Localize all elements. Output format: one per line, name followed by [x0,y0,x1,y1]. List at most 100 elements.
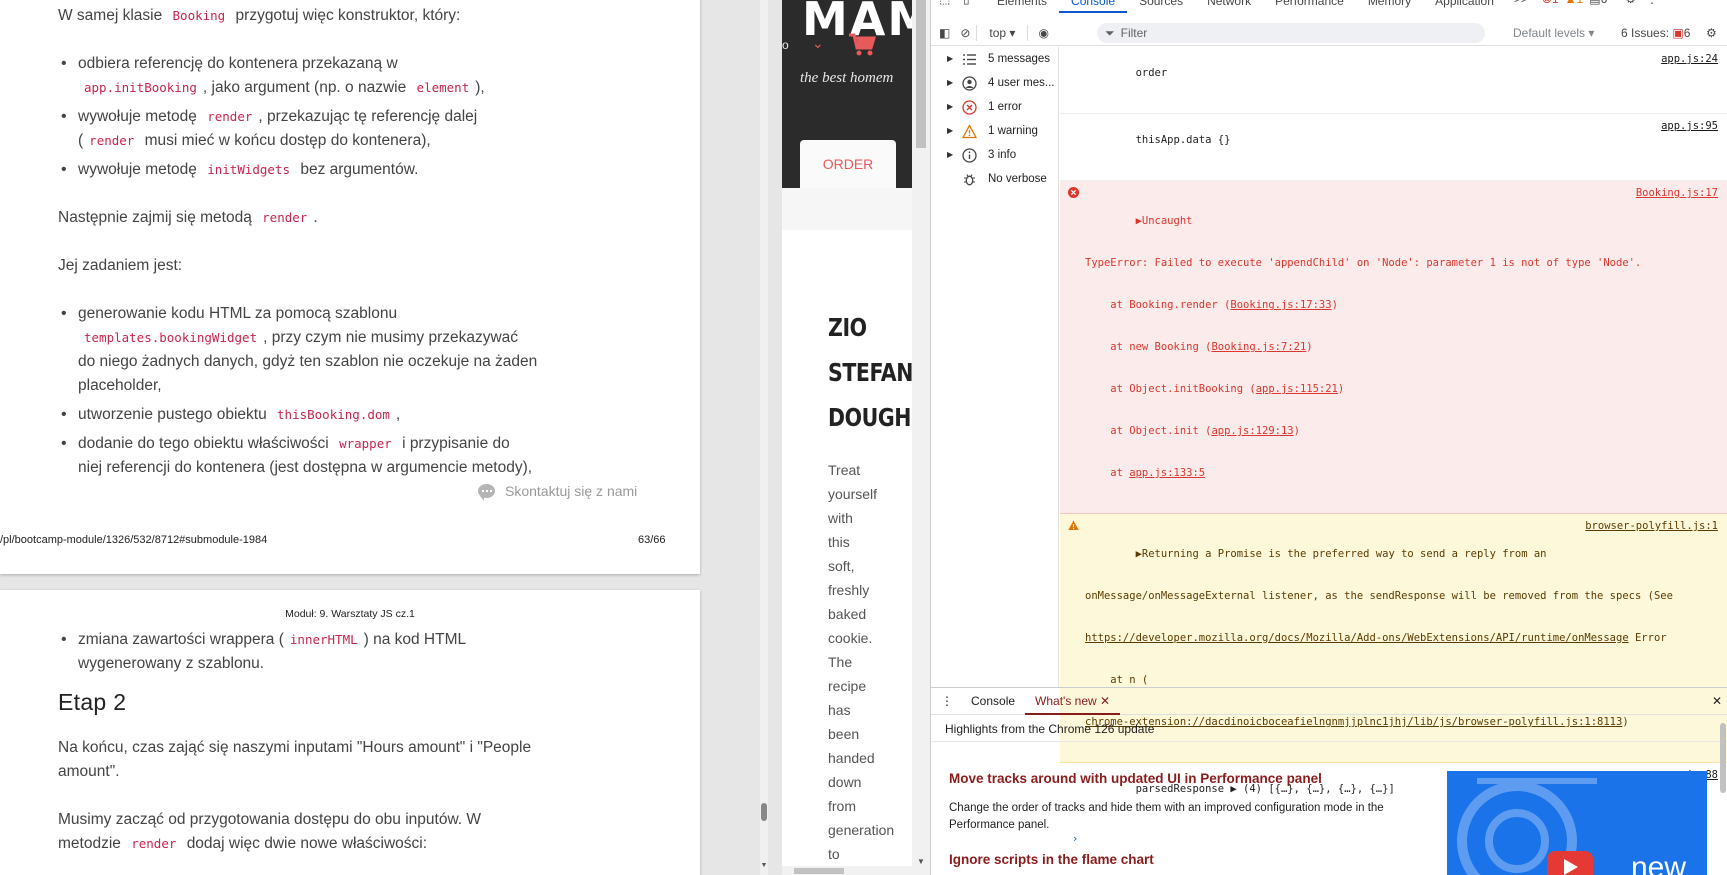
drawer-menu-icon[interactable]: ⋮ [931,694,961,708]
page-number: 63/66 [638,534,666,546]
sidebar-item-user-messages[interactable]: ▶ 4 user mes... [931,71,1058,95]
cart-icon[interactable] [848,33,876,57]
error-title[interactable]: ▶Uncaught [1136,215,1193,227]
stack-frame: at n ( [1085,674,1149,686]
console-settings-gear-icon[interactable]: ⚙ [1706,26,1717,40]
screen: W samej klasie Booking przygotuj więc ko… [0,0,1727,875]
stack-link[interactable]: app.js:133:5 [1129,467,1205,479]
sidebar-item-label: 3 info [988,149,1017,161]
filter-input[interactable]: ⏷ Filter [1097,23,1485,43]
order-tab[interactable]: ORDER [800,140,896,188]
scroll-down-arrow-icon[interactable]: ▼ [760,862,768,872]
video-thumbnail[interactable]: new [1447,771,1707,875]
sidebar-item-verbose[interactable]: No verbose [931,167,1058,191]
scrollbar-thumb[interactable] [761,803,767,821]
device-toggle-icon[interactable]: ▯ [963,0,985,6]
console-output[interactable]: order app.js:24 thisApp.data {} app.js:9… [1060,47,1727,845]
scrollbar-thumb[interactable] [794,868,844,874]
tab-console[interactable]: Console [1059,0,1128,13]
console-error[interactable]: ▶Uncaught Booking.js:17 TypeError: Faile… [1060,181,1727,514]
page-content: W samej klasie Booking przygotuj więc ko… [58,4,538,504]
tab-performance[interactable]: Performance [1263,0,1356,13]
context-label: top [989,25,1007,40]
chevron-down-icon[interactable]: ⌄ [812,35,824,52]
source-link[interactable]: app.js:95 [1661,119,1718,133]
expand-arrow-icon[interactable]: ▶ [947,119,953,143]
eye-icon[interactable]: ◉ [1038,26,1048,40]
expand-arrow-icon[interactable]: ▶ [947,95,953,119]
expand-arrow-icon[interactable]: ▶ [947,71,953,95]
drawer-scrollbar[interactable] [1720,723,1726,793]
close-drawer-icon[interactable]: ✕ [1712,694,1722,708]
source-link[interactable]: app.js:24 [1661,52,1718,66]
drawer-tab-label: What's new [1035,693,1097,708]
issues-label: 6 Issues: [1621,25,1670,40]
tab-network[interactable]: Network [1195,0,1263,13]
contact-us-link[interactable]: Skontaktuj się z nami [478,483,638,501]
contact-label: Skontaktuj się z nami [505,483,638,499]
scroll-down-arrow-icon[interactable]: ▼ [912,857,930,866]
sidebar-item-errors[interactable]: ▶ 1 error [931,95,1058,119]
toolbar-divider [976,24,978,41]
user-icon [962,76,977,91]
drawer-tab-whats-new[interactable]: What's new ✕ [1025,688,1121,715]
warning-count-icon[interactable]: ▲1 [1565,0,1584,6]
horizontal-scrollbar[interactable] [782,866,912,875]
error-count-icon[interactable]: ⊗1 [1542,0,1559,6]
error-count: 1 [1552,0,1559,6]
tab-elements[interactable]: Elements [985,0,1059,13]
stack-link[interactable]: app.js:115:21 [1256,383,1338,395]
console-message[interactable]: order app.js:24 [1060,47,1727,114]
stack-link[interactable]: Booking.js:7:21 [1211,341,1306,353]
source-link[interactable]: Booking.js:17 [1636,186,1718,200]
context-selector[interactable]: top ▾ [989,26,1015,40]
description-line: to [828,846,840,862]
description-line: freshly [828,582,870,598]
message-count-icon[interactable]: ▤6 [1589,0,1607,6]
more-tabs-button[interactable]: >> [1506,0,1536,6]
clear-console-icon[interactable]: ⊘ [960,26,970,40]
description-line: yourself [828,486,878,502]
tab-sources[interactable]: Sources [1127,0,1195,13]
log-levels-dropdown[interactable]: Default levels ▾ [1513,26,1594,40]
kebab-menu-icon[interactable]: ⋮ [1646,0,1658,6]
description-line: generation [828,822,895,838]
expand-arrow-icon[interactable]: ▶ [947,143,953,167]
expand-arrow-icon[interactable]: ▶ [947,47,953,71]
whats-new-item-title[interactable]: Move tracks around with updated UI in Pe… [949,771,1322,786]
drawer-tab-console[interactable]: Console [961,688,1025,715]
description-line: with [828,510,853,526]
tab-memory[interactable]: Memory [1356,0,1423,13]
sidebar-item-warnings[interactable]: ▶ 1 warning [931,119,1058,143]
paragraph: W samej klasie Booking przygotuj więc ko… [58,7,461,24]
pdf-scrollbar[interactable]: ▼ [760,0,768,875]
sidebar-item-messages[interactable]: ▶ 5 messages [931,47,1058,71]
devtools-drawer: ⋮ Console What's new ✕ ✕ Highlights from… [931,687,1727,875]
warning-text: onMessage/onMessageExternal listener, as… [1085,590,1673,602]
inspect-icon[interactable]: ⬚ [939,0,957,6]
stack-link[interactable]: Booking.js:17:33 [1230,299,1331,311]
nav-fragment[interactable]: o [782,38,789,52]
gear-icon[interactable]: ⚙ [1625,0,1636,6]
section-heading: Etap 2 [58,689,127,715]
thumbnail-text: new [1631,851,1687,875]
message-text: thisApp.data {} [1135,134,1231,146]
issues-button[interactable]: 6 Issues: ▣6 [1621,26,1690,40]
warning-text[interactable]: ▶Returning a Promise is the preferred wa… [1136,548,1547,560]
site-scrollbar[interactable]: ▼ [912,0,930,875]
sidebar-toggle-icon[interactable]: ◧ [939,26,950,40]
tab-application[interactable]: Application [1423,0,1506,13]
sidebar-item-info[interactable]: ▶ 3 info [931,143,1058,167]
source-link[interactable]: browser-polyfill.js:1 [1585,519,1718,533]
whats-new-item-text: Change the order of tracks and hide them… [949,802,1384,831]
stack-link[interactable]: app.js:129:13 [1211,425,1293,437]
pdf-viewer[interactable]: W samej klasie Booking przygotuj więc ko… [0,0,768,875]
whats-new-item-title[interactable]: Ignore scripts in the flame chart [949,852,1154,867]
console-message[interactable]: thisApp.data {} app.js:95 [1060,114,1727,181]
site-header: MAMM the best homem o ⌄ ORDER [782,0,930,188]
filter-icon: ⏷ [1105,25,1115,40]
close-tab-icon[interactable]: ✕ [1100,694,1110,708]
docs-link[interactable]: https://developer.mozilla.org/docs/Mozil… [1085,632,1629,644]
scrollbar-thumb[interactable] [916,0,926,148]
description-line: from [828,798,856,814]
